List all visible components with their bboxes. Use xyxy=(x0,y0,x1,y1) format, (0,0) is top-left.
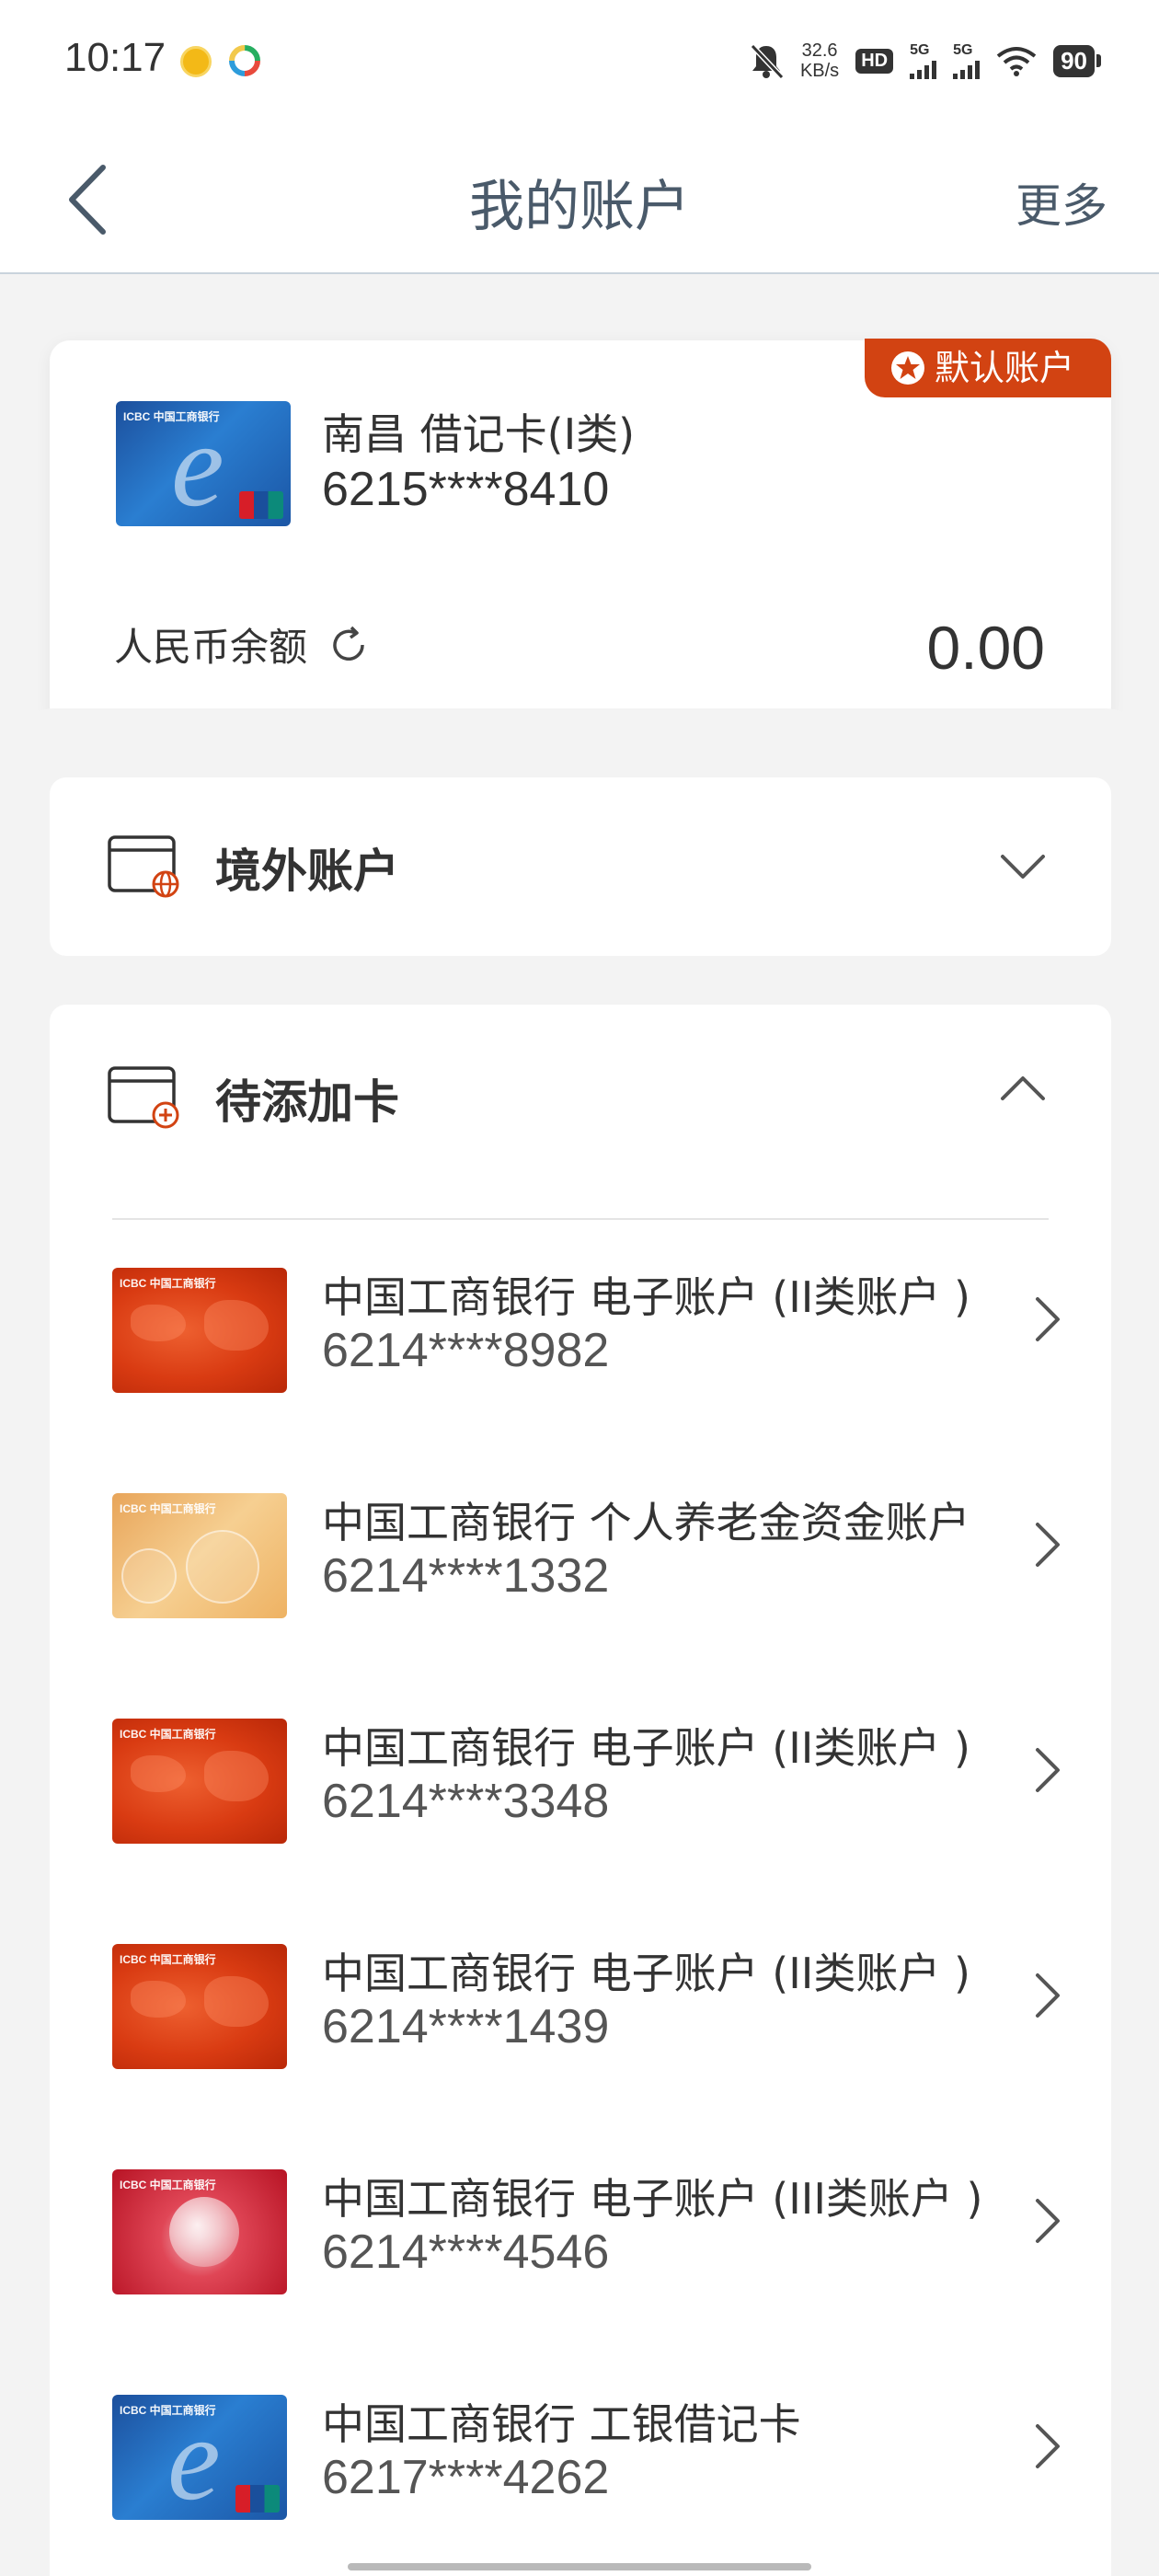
chevron-right-icon xyxy=(1036,1748,1060,1792)
e-logo-icon: e xyxy=(171,401,224,526)
bubble-shape xyxy=(121,1548,177,1604)
signal-sim2-label: 5G xyxy=(953,42,973,58)
chevron-down-icon[interactable] xyxy=(997,842,1049,893)
network-speed-unit: KB/s xyxy=(799,61,840,81)
unionpay-icon xyxy=(235,2485,280,2513)
pending-card-number: 6217****4262 xyxy=(322,2451,610,2504)
pending-card-row[interactable]: ICBC 中国工商银行 中国工商银行 电子账户 (II类账户 ) 6214***… xyxy=(50,1907,1111,2091)
pending-card-number: 6214****4546 xyxy=(322,2225,610,2279)
pending-card-row[interactable]: ICBC 中国工商银行 e 中国工商银行 工银借记卡 6217****4262 xyxy=(50,2358,1111,2542)
card-logo-text: ICBC 中国工商银行 xyxy=(120,1277,216,1290)
pending-card-name: 中国工商银行 电子账户 (III类账户 ) xyxy=(322,2174,983,2224)
coin-app-icon xyxy=(180,46,212,77)
map-shape xyxy=(131,1755,186,1792)
network-speed-value: 32.6 xyxy=(801,40,838,61)
unionpay-icon xyxy=(239,491,283,519)
network-speed: 32.6 KB/s xyxy=(800,40,839,81)
chevron-up-icon[interactable] xyxy=(997,1062,1049,1113)
battery-icon: 90 xyxy=(1053,44,1101,77)
bubble-shape xyxy=(186,1530,259,1604)
card-logo-text: ICBC 中国工商银行 xyxy=(120,1728,216,1741)
e-account-iii-card-image: ICBC 中国工商银行 xyxy=(112,2169,287,2294)
more-button[interactable]: 更多 xyxy=(1016,169,1107,236)
pending-cards-title: 待添加卡 xyxy=(215,1075,399,1129)
pending-cards-section: 待添加卡 ICBC 中国工商银行 中国工商银行 电子账户 (II类账户 ) 62… xyxy=(50,1005,1111,2576)
map-shape xyxy=(204,1976,269,2027)
hd-icon: HD xyxy=(855,48,894,74)
card-logo-text: ICBC 中国工商银行 xyxy=(120,1953,216,1966)
default-account-badge: 默认账户 xyxy=(864,339,1111,397)
star-icon xyxy=(890,351,924,385)
overseas-card-icon xyxy=(108,835,179,898)
colorful-app-icon xyxy=(229,45,260,76)
status-indicators: 32.6 KB/s HD 5G 5G 90 xyxy=(749,33,1101,88)
map-shape xyxy=(204,1300,269,1351)
chevron-right-icon xyxy=(1036,1297,1060,1341)
wifi-icon xyxy=(996,47,1037,76)
mute-bell-icon xyxy=(750,43,784,79)
default-account-badge-label: 默认账户 xyxy=(934,348,1074,388)
signal-sim1: 5G xyxy=(910,42,937,79)
page-title: 我的账户 xyxy=(469,175,690,239)
default-account-card[interactable]: 默认账户 ICBC 中国工商银行 e 南昌 借记卡(Ⅰ类) 6215****84… xyxy=(50,339,1111,727)
map-shape xyxy=(204,1751,269,1801)
pending-card-name: 中国工商银行 电子账户 (II类账户 ) xyxy=(322,1272,970,1322)
e-account-card-image: ICBC 中国工商银行 xyxy=(112,1944,287,2069)
home-indicator[interactable] xyxy=(348,2563,811,2570)
signal-sim1-label: 5G xyxy=(910,42,930,58)
debit-card-image: ICBC 中国工商银行 e xyxy=(112,2395,287,2520)
balance-label: 人民币余额 xyxy=(114,625,308,670)
chevron-right-icon xyxy=(1036,1523,1060,1567)
status-time: 10:17 xyxy=(64,35,166,80)
map-shape xyxy=(131,1305,186,1341)
app-header: 我的账户 更多 xyxy=(0,123,1159,274)
pending-card-name: 中国工商银行 工银借记卡 xyxy=(322,2399,801,2449)
debit-card-image: ICBC 中国工商银行 e xyxy=(116,401,291,526)
map-shape xyxy=(131,1981,186,2018)
pending-card-number: 6214****3348 xyxy=(322,1775,610,1828)
signal-sim2: 5G xyxy=(953,42,981,79)
e-account-card-image: ICBC 中国工商银行 xyxy=(112,1719,287,1844)
card-logo-text: ICBC 中国工商银行 xyxy=(120,1502,216,1515)
pension-card-image: ICBC 中国工商银行 xyxy=(112,1493,287,1618)
pending-card-row[interactable]: ICBC 中国工商银行 中国工商银行 电子账户 (II类账户 ) 6214***… xyxy=(50,1231,1111,1415)
balance-value: 0.00 xyxy=(926,614,1045,682)
status-bar: 10:17 32.6 KB/s HD 5G 5G 90 xyxy=(0,0,1159,123)
default-card-name: 南昌 借记卡(Ⅰ类) xyxy=(322,409,636,459)
add-card-icon xyxy=(108,1066,179,1129)
refresh-icon[interactable] xyxy=(327,624,370,666)
chevron-right-icon xyxy=(1036,2199,1060,2243)
pending-card-row[interactable]: ICBC 中国工商银行 中国工商银行 电子账户 (II类账户 ) 6214***… xyxy=(50,1682,1111,1866)
signal-bars-icon xyxy=(910,59,937,79)
e-account-card-image: ICBC 中国工商银行 xyxy=(112,1268,287,1393)
chevron-right-icon xyxy=(1036,2424,1060,2468)
pending-card-name: 中国工商银行 电子账户 (II类账户 ) xyxy=(322,1723,970,1773)
e-logo-icon: e xyxy=(167,2395,221,2520)
globe-icon xyxy=(169,2197,239,2267)
card-logo-text: ICBC 中国工商银行 xyxy=(120,2179,216,2191)
section-divider xyxy=(112,1218,1049,1220)
overseas-accounts-title: 境外账户 xyxy=(215,845,399,898)
pending-card-name: 中国工商银行 电子账户 (II类账户 ) xyxy=(322,1949,970,1998)
pending-card-number: 6214****1332 xyxy=(322,1549,610,1603)
pending-card-row[interactable]: ICBC 中国工商银行 中国工商银行 个人养老金资金账户 6214****133… xyxy=(50,1456,1111,1640)
pending-card-number: 6214****1439 xyxy=(322,2000,610,2053)
default-card-number: 6215****8410 xyxy=(322,463,610,516)
balance-label-group: 人民币余额 xyxy=(114,616,370,673)
pending-card-number: 6214****8982 xyxy=(322,1324,610,1377)
pending-card-row[interactable]: ICBC 中国工商银行 中国工商银行 电子账户 (III类账户 ) 6214**… xyxy=(50,2133,1111,2317)
chevron-right-icon xyxy=(1036,1973,1060,2018)
pending-card-name: 中国工商银行 个人养老金资金账户 xyxy=(322,1498,970,1547)
signal-bars-icon xyxy=(953,59,981,79)
overseas-accounts-section[interactable]: 境外账户 xyxy=(50,777,1111,956)
